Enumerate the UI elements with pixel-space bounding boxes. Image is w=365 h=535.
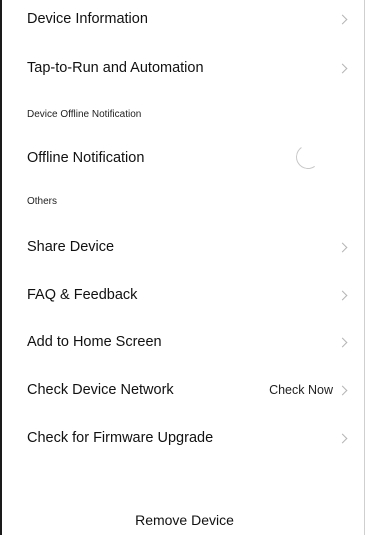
- add-to-home-screen-label: Add to Home Screen: [27, 334, 162, 350]
- row-right: [337, 14, 350, 24]
- add-to-home-screen-row[interactable]: Add to Home Screen: [27, 328, 350, 356]
- check-now-value: Check Now: [269, 383, 333, 397]
- firmware-upgrade-row[interactable]: Check for Firmware Upgrade: [27, 424, 350, 452]
- section-header-others: Others: [27, 196, 58, 207]
- chevron-right-icon: [337, 290, 348, 300]
- row-right: [337, 63, 350, 73]
- device-information-row[interactable]: Device Information: [27, 5, 350, 33]
- firmware-upgrade-label: Check for Firmware Upgrade: [27, 430, 214, 446]
- offline-notification-label: Offline Notification: [27, 150, 145, 166]
- device-information-label: Device Information: [27, 11, 148, 27]
- offline-notification-toggle[interactable]: [294, 143, 324, 173]
- section-header-offline-notification: Device Offline Notification: [27, 109, 142, 120]
- chevron-right-icon: [337, 63, 348, 73]
- tap-to-run-label: Tap-to-Run and Automation: [27, 60, 204, 76]
- chevron-right-icon: [337, 433, 348, 443]
- toggle-ring: [294, 143, 322, 171]
- row-right: [337, 242, 350, 252]
- chevron-right-icon: [337, 337, 348, 347]
- check-device-network-row[interactable]: Check Device Network Check Now: [27, 376, 350, 404]
- settings-screen: Device Information Tap-to-Run and Automa…: [0, 0, 365, 535]
- chevron-right-icon: [337, 385, 348, 395]
- share-device-row[interactable]: Share Device: [27, 233, 350, 261]
- faq-feedback-label: FAQ & Feedback: [27, 287, 138, 303]
- chevron-right-icon: [337, 14, 348, 24]
- check-device-network-label: Check Device Network: [27, 382, 174, 398]
- row-right: [337, 337, 350, 347]
- chevron-right-icon: [337, 242, 348, 252]
- share-device-label: Share Device: [27, 239, 115, 255]
- row-right: [337, 290, 350, 300]
- tap-to-run-automation-row[interactable]: Tap-to-Run and Automation: [27, 54, 350, 82]
- remove-device-button[interactable]: Remove Device: [2, 512, 365, 528]
- row-right: Check Now: [269, 383, 350, 397]
- faq-feedback-row[interactable]: FAQ & Feedback: [27, 281, 350, 309]
- offline-notification-row: Offline Notification: [27, 143, 350, 173]
- row-right: [337, 433, 350, 443]
